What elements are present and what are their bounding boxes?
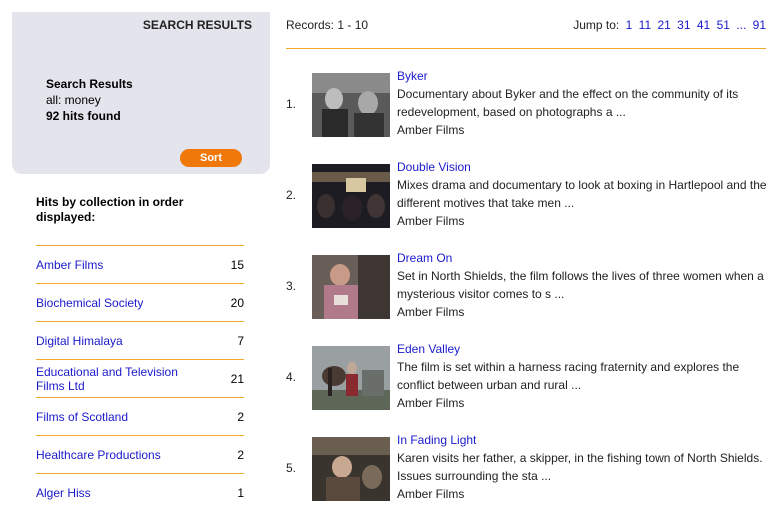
- result-thumbnail[interactable]: [312, 164, 390, 228]
- result-info: Dream On Set in North Shields, the film …: [397, 249, 771, 321]
- collection-link-biochemical-society[interactable]: Biochemical Society: [36, 296, 206, 310]
- result-description: The film is set within a harness racing …: [397, 360, 740, 392]
- pagination: Jump to: 1 11 21 31 41 51 ... 91: [573, 18, 766, 32]
- result-item: 5. In Fading Light Karen visits her fath…: [286, 431, 770, 521]
- result-item: 1. Byker Documentary about Byker and the…: [286, 67, 770, 157]
- result-number: 1.: [286, 97, 297, 111]
- result-title-link[interactable]: Double Vision: [397, 160, 471, 174]
- collection-row: Alger Hiss 1: [36, 473, 244, 511]
- records-range: Records: 1 - 10: [286, 18, 369, 32]
- collection-count: 1: [237, 485, 244, 500]
- result-number: 2.: [286, 188, 297, 202]
- collection-link-amber-films[interactable]: Amber Films: [36, 258, 206, 272]
- collection-count: 21: [230, 371, 244, 386]
- page-link-1[interactable]: 1: [626, 18, 633, 32]
- divider: [286, 48, 766, 49]
- page-link-41[interactable]: 41: [697, 18, 710, 32]
- search-summary-panel: SEARCH RESULTS Search Results all: money…: [12, 12, 270, 174]
- page-link-21[interactable]: 21: [657, 18, 670, 32]
- collection-link-alger-hiss[interactable]: Alger Hiss: [36, 486, 206, 500]
- result-info: In Fading Light Karen visits her father,…: [397, 431, 771, 503]
- collection-row: Biochemical Society 20: [36, 283, 244, 321]
- collection-row: Films of Scotland 2: [36, 397, 244, 435]
- result-thumbnail[interactable]: [312, 73, 390, 137]
- page-link-91[interactable]: 91: [753, 18, 766, 32]
- result-info: Eden Valley The film is set within a har…: [397, 340, 771, 412]
- collection-link-healthcare-productions[interactable]: Healthcare Productions: [36, 448, 206, 462]
- collection-link-digital-himalaya[interactable]: Digital Himalaya: [36, 334, 206, 348]
- page-ellipsis[interactable]: ...: [736, 18, 746, 32]
- collection-row: Digital Himalaya 7: [36, 321, 244, 359]
- result-description: Documentary about Byker and the effect o…: [397, 87, 739, 119]
- search-results-title: Search Results: [46, 77, 133, 91]
- collection-count: 15: [230, 257, 244, 272]
- collections-list: Amber Films 15 Biochemical Society 20 Di…: [36, 245, 244, 511]
- result-description: Mixes drama and documentary to look at b…: [397, 178, 767, 210]
- page-link-51[interactable]: 51: [717, 18, 730, 32]
- result-source: Amber Films: [397, 123, 465, 137]
- search-query: all: money: [46, 93, 101, 107]
- result-number: 3.: [286, 279, 297, 293]
- result-thumbnail[interactable]: [312, 255, 390, 319]
- hits-count: 92 hits found: [46, 109, 121, 123]
- result-source: Amber Films: [397, 487, 465, 501]
- collection-count: 2: [237, 447, 244, 462]
- sort-button[interactable]: Sort: [180, 149, 242, 167]
- result-number: 5.: [286, 461, 297, 475]
- panel-header: SEARCH RESULTS: [142, 18, 252, 32]
- result-title-link[interactable]: In Fading Light: [397, 433, 476, 447]
- result-source: Amber Films: [397, 396, 465, 410]
- collection-row: Educational and Television Films Ltd 21: [36, 359, 244, 397]
- result-thumbnail[interactable]: [312, 437, 390, 501]
- result-number: 4.: [286, 370, 297, 384]
- collection-count: 20: [230, 295, 244, 310]
- result-description: Karen visits her father, a skipper, in t…: [397, 451, 763, 483]
- result-title-link[interactable]: Dream On: [397, 251, 452, 265]
- collection-link-films-of-scotland[interactable]: Films of Scotland: [36, 410, 206, 424]
- page-link-31[interactable]: 31: [677, 18, 690, 32]
- result-info: Double Vision Mixes drama and documentar…: [397, 158, 771, 230]
- result-title-link[interactable]: Byker: [397, 69, 428, 83]
- jump-label: Jump to:: [573, 18, 620, 32]
- collection-link-educational-television-films[interactable]: Educational and Television Films Ltd: [36, 365, 206, 393]
- collection-row: Healthcare Productions 2: [36, 435, 244, 473]
- result-item: 2. Double Vision Mixes drama and documen…: [286, 158, 770, 248]
- result-source: Amber Films: [397, 214, 465, 228]
- result-item: 4. Eden Valley The film is set within a …: [286, 340, 770, 430]
- collection-count: 2: [237, 409, 244, 424]
- result-description: Set in North Shields, the film follows t…: [397, 269, 764, 301]
- result-item: 3. Dream On Set in North Shields, the fi…: [286, 249, 770, 339]
- result-info: Byker Documentary about Byker and the ef…: [397, 67, 771, 139]
- result-source: Amber Films: [397, 305, 465, 319]
- page-link-11[interactable]: 11: [639, 18, 651, 32]
- result-title-link[interactable]: Eden Valley: [397, 342, 460, 356]
- result-thumbnail[interactable]: [312, 346, 390, 410]
- collection-row: Amber Films 15: [36, 245, 244, 283]
- collections-heading: Hits by collection in order displayed:: [36, 195, 184, 224]
- collection-count: 7: [237, 333, 244, 348]
